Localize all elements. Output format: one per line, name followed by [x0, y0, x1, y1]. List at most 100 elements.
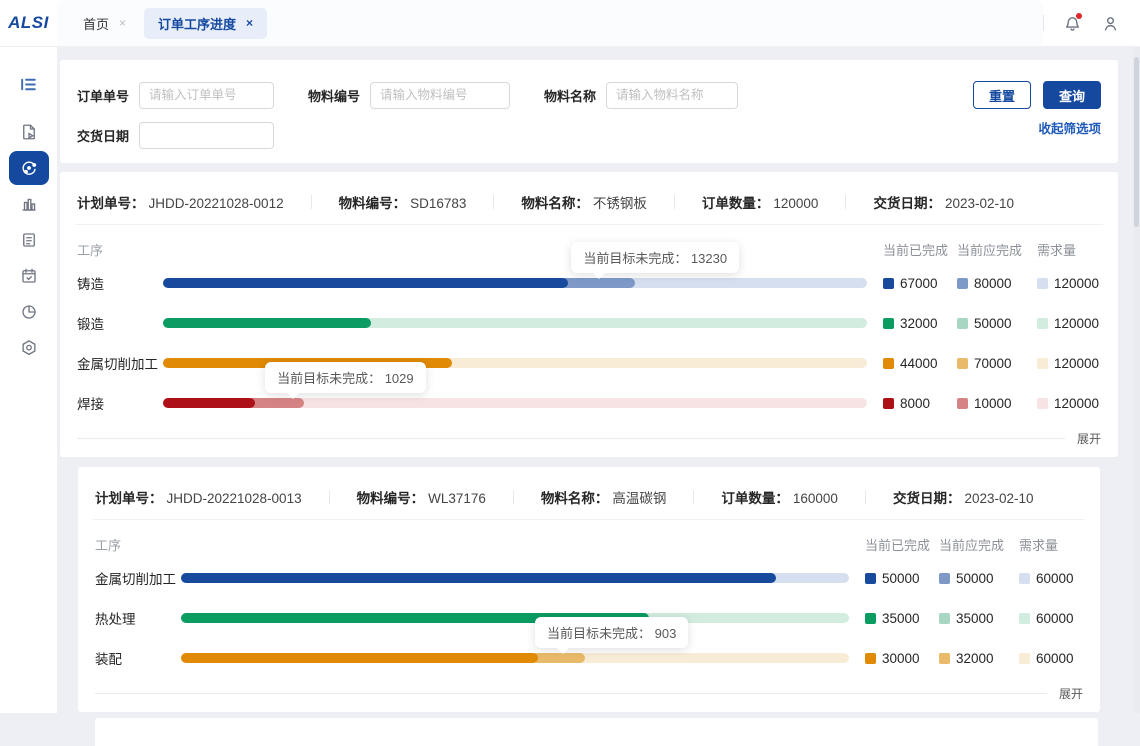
sidebar-item-orders[interactable]: [9, 223, 49, 257]
process-row: 锻造3200050000120000: [77, 303, 1101, 343]
should-cell-value: 50000: [956, 571, 994, 586]
demand-cell-swatch: [1019, 653, 1030, 664]
col-header-done: 当前已完成: [865, 535, 939, 554]
demand-cell-swatch: [1019, 613, 1030, 624]
process-name: 热处理: [95, 608, 181, 628]
expand-row: 展开: [77, 425, 1101, 451]
tab-home-close-icon[interactable]: ×: [119, 16, 126, 30]
pie-chart-icon: [20, 303, 38, 321]
order-header-field-label: 交货日期：: [893, 487, 961, 507]
expand-link[interactable]: 展开: [1077, 430, 1101, 447]
order-header-field-label: 计划单号：: [95, 487, 163, 507]
done-cell-swatch: [865, 613, 876, 624]
progress-bar[interactable]: 当前目标未完成： 903: [181, 653, 849, 663]
should-cell-value: 32000: [956, 651, 994, 666]
bar-should-segment: [247, 398, 303, 408]
sidebar-item-analytics[interactable]: [9, 187, 49, 221]
should-cell-swatch: [957, 398, 968, 409]
order-header-field: 订单数量： 160000: [721, 487, 838, 507]
process-name: 铸造: [77, 273, 163, 293]
order-no-input[interactable]: [139, 82, 274, 109]
order-header-field: 物料名称：高温碳钢: [541, 487, 667, 507]
order-header-field-label: 物料名称：: [521, 192, 589, 212]
demand-cell-swatch: [1037, 278, 1048, 289]
delivery-date-input[interactable]: [139, 122, 274, 149]
app-logo: ALSI: [8, 13, 49, 33]
header-separator: [493, 195, 494, 209]
order-header-field-value: JHDD-20221028-0013: [167, 491, 302, 506]
order-header-field-value: 160000: [793, 491, 838, 506]
sidebar-item-documents[interactable]: [9, 115, 49, 149]
expand-divider-line: [77, 438, 1065, 439]
order-header-field-label: 订单数量：: [721, 487, 789, 507]
progress-bar[interactable]: 当前目标未完成： 13230: [163, 278, 867, 288]
material-name-label: 物料名称: [544, 86, 596, 105]
filter-delivery-date: 交货日期: [77, 122, 274, 149]
order-header-field: 交货日期：2023-02-10: [893, 487, 1034, 507]
material-no-input[interactable]: [370, 82, 510, 109]
order-header-field-label: 物料名称：: [541, 487, 609, 507]
bar-spacer: [163, 244, 867, 254]
progress-bar[interactable]: [181, 573, 849, 583]
settings-icon: [20, 339, 38, 357]
process-column-title: 工序: [95, 535, 181, 554]
bar-done-segment: [163, 398, 255, 408]
demand-cell-value: 60000: [1036, 571, 1074, 586]
collapse-menu-icon[interactable]: [9, 67, 49, 101]
progress-tooltip: 当前目标未完成： 1029: [265, 362, 426, 393]
header-separator: [845, 195, 846, 209]
bell-icon[interactable]: [1062, 13, 1082, 33]
expand-divider-line: [95, 693, 1047, 694]
order-card: 计划单号：JHDD-20221028-0012物料编号：SD16783物料名称：…: [60, 172, 1118, 457]
order-header-field-value: JHDD-20221028-0012: [149, 196, 284, 211]
order-header-field-value: 2023-02-10: [964, 491, 1033, 506]
sidebar-item-schedule[interactable]: [9, 259, 49, 293]
process-row: 金属切削加工4400070000120000: [77, 343, 1101, 383]
process-row: 装配当前目标未完成： 903300003200060000: [95, 638, 1083, 678]
user-icon[interactable]: [1100, 13, 1120, 33]
next-order-card-stub: [95, 718, 1098, 746]
header-separator: [865, 490, 866, 504]
process-name: 焊接: [77, 393, 163, 413]
logo-box: ALSI: [0, 0, 57, 46]
header-separator: [693, 490, 694, 504]
done-cell-value: 32000: [900, 316, 938, 331]
done-cell: 50000: [865, 571, 939, 586]
process-header-row: 工序当前已完成当前应完成需求量: [95, 530, 1083, 558]
should-cell-swatch: [939, 653, 950, 664]
should-cell: 32000: [939, 651, 1019, 666]
should-cell-value: 35000: [956, 611, 994, 626]
collapse-filter-link[interactable]: 收起筛选项: [1038, 118, 1101, 137]
col-header-should: 当前应完成: [957, 240, 1037, 259]
bar-done-segment: [163, 318, 371, 328]
should-cell: 80000: [957, 276, 1037, 291]
order-header-field-value: 120000: [773, 196, 818, 211]
progress-tooltip: 当前目标未完成： 13230: [571, 242, 739, 273]
done-cell-value: 67000: [900, 276, 938, 291]
should-cell-value: 70000: [974, 356, 1012, 371]
tab-order-process-close-icon[interactable]: ×: [246, 16, 253, 30]
progress-bar[interactable]: 当前目标未完成： 1029: [163, 398, 867, 408]
done-cell-swatch: [883, 318, 894, 329]
reset-button[interactable]: 重置: [973, 81, 1031, 109]
tab-order-process-progress[interactable]: 订单工序进度 ×: [144, 8, 267, 39]
should-cell: 70000: [957, 356, 1037, 371]
done-cell-value: 44000: [900, 356, 938, 371]
order-header-field-value: WL37176: [428, 491, 486, 506]
sidebar-item-process-progress[interactable]: [9, 151, 49, 185]
query-button[interactable]: 查询: [1043, 81, 1101, 109]
material-name-input[interactable]: [606, 82, 738, 109]
sidebar-item-settings[interactable]: [9, 331, 49, 365]
filter-material-no: 物料编号: [308, 82, 510, 109]
order-header-field: 物料编号：WL37176: [357, 487, 486, 507]
tab-home[interactable]: 首页 ×: [69, 8, 140, 39]
scrollbar-thumb[interactable]: [1134, 57, 1139, 227]
progress-bar[interactable]: [163, 318, 867, 328]
sidebar-item-reports[interactable]: [9, 295, 49, 329]
order-card: 计划单号： JHDD-20221028-0013 物料编号：WL37176 物料名称：…: [78, 467, 1100, 712]
bar-spacer: [181, 539, 849, 549]
expand-link[interactable]: 展开: [1059, 685, 1083, 702]
done-cell-value: 8000: [900, 396, 930, 411]
progress-bar[interactable]: [181, 613, 849, 623]
order-header-field: 物料编号：SD16783: [339, 192, 467, 212]
